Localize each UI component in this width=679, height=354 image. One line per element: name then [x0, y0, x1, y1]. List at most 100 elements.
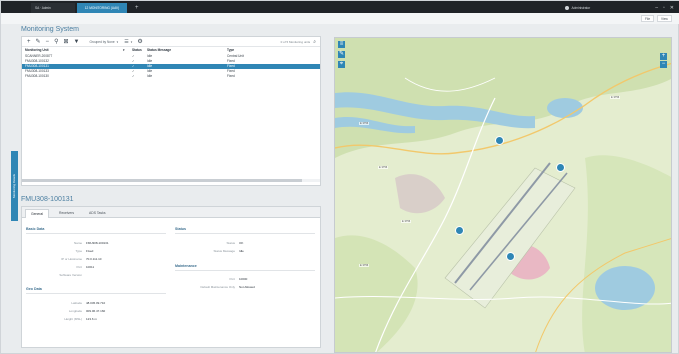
maximize-button[interactable]: ▫ [663, 5, 665, 11]
chevron-down-icon: ▾ [116, 39, 119, 44]
search-icon[interactable]: ⌕ [313, 39, 316, 45]
file-menu[interactable]: File [641, 15, 655, 22]
chevron-down-icon: ▾ [130, 39, 133, 44]
status-check-icon: ✓ [132, 59, 135, 63]
road-label: E 3756 [359, 264, 370, 267]
field-value: Not Allowed [239, 285, 255, 289]
cell-message: Idle [147, 64, 153, 68]
cell-unit: FMU308-100132 [25, 59, 49, 63]
cell-unit: FMU308-100131 [25, 64, 49, 68]
field-value: 10000 [239, 277, 248, 281]
field-label: Status [226, 241, 235, 245]
zoom-out-button[interactable]: − [660, 61, 667, 68]
layers-button[interactable]: ≡ [338, 41, 345, 48]
detail-tabs: General Receivers ADS Tasks [22, 207, 320, 218]
field-value: OK [239, 241, 244, 245]
road-label: E 3756 [401, 220, 412, 223]
horizontal-scrollbar[interactable] [22, 179, 320, 182]
filter-icon[interactable]: ▼ [74, 37, 80, 47]
pin-icon[interactable]: ⚲ [54, 37, 58, 47]
table-row-selected[interactable]: FMU308-100131 ✓ Idle Fixed [22, 64, 320, 69]
status-check-icon: ✓ [132, 64, 135, 68]
field-label: Status Message [213, 249, 235, 253]
settings-gear-icon[interactable]: ⚙ [137, 37, 142, 47]
view-menu[interactable]: View [657, 15, 672, 22]
status-check-icon: ✓ [132, 54, 135, 58]
status-check-icon: ✓ [132, 69, 135, 73]
field-value: 009.06.47.160 [86, 309, 106, 313]
table-row[interactable]: FMU308-100130 ✓ Idle Fixed [22, 74, 320, 79]
detail-title: FMU308-100131 [21, 196, 74, 203]
app-window: SA · Admin 12 MONITORING (UAV) + ▾ Admin… [0, 0, 679, 354]
title-bar-right: Administrator – ▫ ✕ [565, 3, 674, 12]
field-label: IP or Hostname [61, 257, 82, 261]
monitoring-unit-marker[interactable] [455, 226, 464, 235]
cell-unit: FMU308-100133 [25, 69, 49, 73]
section-maintenance: Maintenance [175, 264, 197, 268]
divider [175, 233, 315, 234]
scrollbar-thumb[interactable] [22, 179, 302, 182]
divider [175, 270, 315, 271]
close-button[interactable]: ✕ [670, 5, 674, 11]
cell-message: Idle [147, 69, 153, 73]
search-input[interactable]: 0 of 5 Monitoring units [281, 40, 311, 44]
field-value: FMU308-100131 [86, 241, 109, 245]
minimize-button[interactable]: – [655, 5, 658, 11]
field-value: Fixed [86, 249, 94, 253]
user-menu[interactable]: Administrator [565, 5, 591, 10]
col-monitoring-unit[interactable]: Monitoring Unit [25, 48, 49, 52]
map-canvas[interactable] [335, 38, 672, 353]
search-box[interactable]: 0 of 5 Monitoring units ⌕ [281, 39, 316, 45]
tab-monitoring[interactable]: 12 MONITORING (UAV) [77, 3, 127, 13]
user-name: Administrator [571, 5, 591, 10]
field-label: Height (MSL) [64, 317, 82, 321]
field-label: Latitude [71, 301, 82, 305]
monitoring-unit-marker[interactable] [495, 136, 504, 145]
cell-message: Idle [147, 74, 153, 78]
list-view-icon[interactable]: ☰ [124, 39, 128, 45]
new-tab-button[interactable]: + ▾ [131, 3, 143, 21]
cell-message: Idle [147, 59, 153, 63]
detail-panel: General Receivers ADS Tasks Basic Data N… [21, 206, 321, 348]
field-label: Type [75, 249, 82, 253]
table-row[interactable]: FMU308-100132 ✓ Idle Fixed [22, 59, 320, 64]
col-status[interactable]: Status [132, 48, 142, 52]
tab-general[interactable]: General [25, 209, 50, 218]
tab-receivers[interactable]: Receivers [54, 209, 79, 218]
group-by-dropdown[interactable]: Grouped by None ▾ ☰ ▾ [89, 39, 132, 45]
cell-type: Fixed [227, 59, 235, 63]
cell-type: Fixed [227, 69, 235, 73]
locate-button[interactable]: ⌖ [338, 61, 345, 68]
monitoring-list-panel: + ✎ − ⚲ ⊠ ▼ Grouped by None ▾ ☰ ▾ ⚙ 0 of… [21, 36, 321, 186]
edit-map-button[interactable]: ✎ [338, 51, 345, 58]
col-status-message[interactable]: Status Message [147, 48, 171, 52]
zoom-in-button[interactable]: + [660, 53, 667, 60]
sort-arrow-icon: ▾ [123, 48, 125, 52]
col-type[interactable]: Type [227, 48, 234, 52]
columns-icon[interactable]: ⊠ [63, 37, 68, 47]
tab-ads-tasks[interactable]: ADS Tasks [84, 209, 111, 218]
monitoring-unit-marker[interactable] [556, 163, 565, 172]
divider [26, 233, 166, 234]
side-tab-label: Monitoring Details [12, 174, 16, 199]
field-label: Port [76, 265, 82, 269]
monitoring-unit-marker[interactable] [506, 252, 515, 261]
add-icon[interactable]: + [27, 37, 31, 47]
cell-type: Central Unit [227, 54, 244, 58]
field-value: 70.0.111.10 [86, 257, 102, 261]
title-bar: SA · Admin 12 MONITORING (UAV) + ▾ Admin… [1, 1, 679, 21]
table-row[interactable]: FMU308-100133 ✓ Idle Fixed [22, 69, 320, 74]
remove-icon[interactable]: − [46, 37, 50, 47]
cell-unit: FMU308-100130 [25, 74, 49, 78]
table-row[interactable]: SCANNER-200877 ✓ Idle Central Unit [22, 54, 320, 59]
tab-admin[interactable]: SA · Admin [31, 3, 75, 13]
cell-type: Fixed [227, 64, 235, 68]
edit-icon[interactable]: ✎ [36, 37, 41, 47]
field-label: Software Version [59, 273, 82, 277]
section-geo-data: Geo Data [26, 287, 42, 291]
page-title: Monitoring System [21, 26, 79, 33]
side-panel-tab[interactable]: Monitoring Details [11, 151, 18, 221]
field-label: Default Maintenance Only [200, 285, 235, 289]
status-check-icon: ✓ [132, 74, 135, 78]
map-view[interactable]: ≡ ✎ ⌖ + − E 3756 E 3756 E 3756 E 3756 E … [334, 37, 672, 353]
